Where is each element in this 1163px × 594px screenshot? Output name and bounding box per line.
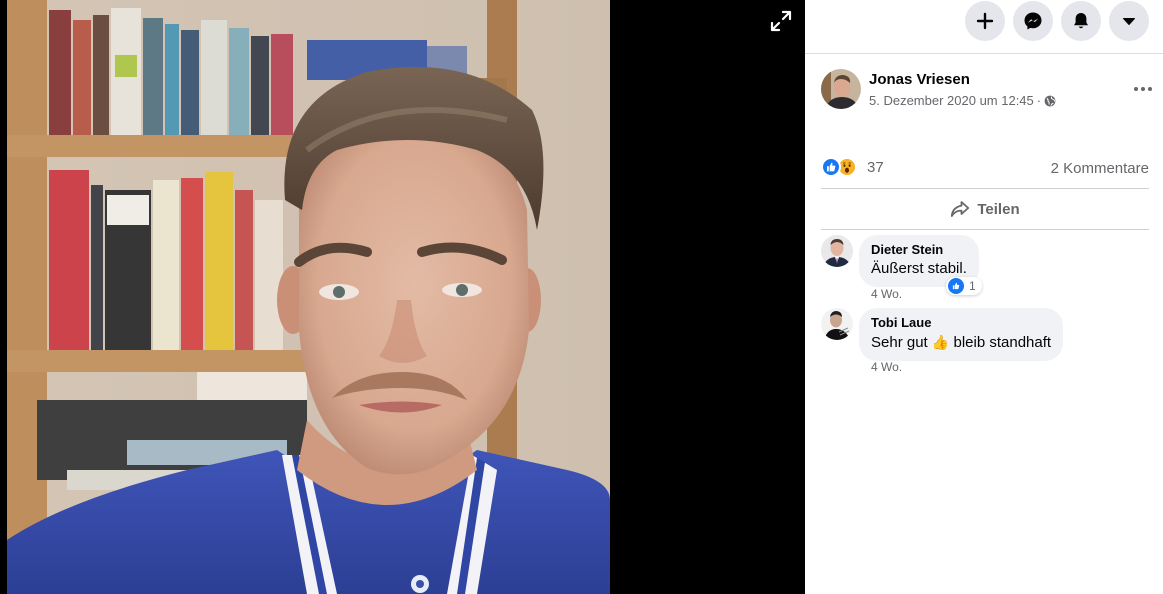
commenter-avatar[interactable]	[821, 308, 853, 340]
divider	[821, 229, 1149, 230]
expand-icon[interactable]	[769, 9, 793, 33]
comment-like-count: 1	[969, 279, 976, 293]
plus-icon	[976, 12, 994, 30]
author-avatar[interactable]	[821, 69, 861, 109]
more-options-button[interactable]	[1131, 77, 1155, 101]
date-separator: ·	[1036, 93, 1042, 108]
post-header: Jonas Vriesen 5. Dezember 2020 um 12:45 ·	[821, 69, 1152, 111]
messenger-icon	[1024, 12, 1042, 30]
comment-author[interactable]: Tobi Laue	[871, 315, 1051, 331]
notifications-button[interactable]	[1061, 1, 1101, 41]
comment-time[interactable]: 4 Wo.	[871, 287, 902, 301]
like-reaction-icon	[821, 157, 841, 177]
post-author[interactable]: Jonas Vriesen	[869, 71, 970, 88]
comment-text-start: Sehr gut	[871, 334, 928, 351]
like-reaction-icon	[948, 278, 964, 294]
post-date[interactable]: 5. Dezember 2020 um 12:45 ·	[869, 93, 1056, 108]
comment-text: Äußerst stabil.	[871, 260, 967, 277]
comment-time[interactable]: 4 Wo.	[871, 360, 902, 374]
comment-author[interactable]: Dieter Stein	[871, 242, 967, 258]
comment-text-end: bleib standhaft	[953, 334, 1052, 351]
bell-icon	[1074, 13, 1088, 29]
reactions-summary: 37 2 Kommentare	[821, 157, 1149, 179]
reaction-icons[interactable]	[821, 157, 861, 177]
divider	[821, 188, 1149, 189]
post-photo[interactable]	[7, 0, 610, 594]
share-label: Teilen	[977, 200, 1020, 218]
messenger-button[interactable]	[1013, 1, 1053, 41]
thumbs-up-emoji: 👍	[931, 334, 950, 350]
create-button[interactable]	[965, 1, 1005, 41]
account-menu-button[interactable]	[1109, 1, 1149, 41]
post-panel: Jonas Vriesen 5. Dezember 2020 um 12:45 ·	[805, 0, 1163, 594]
more-icon	[1134, 87, 1152, 91]
reaction-count[interactable]: 37	[867, 159, 884, 176]
comment-reactions[interactable]: 1	[946, 277, 982, 295]
comment: Dieter Stein Äußerst stabil. 1 4 Wo.	[821, 235, 1151, 305]
comment-text: Sehr gut 👍 bleib standhaft	[871, 332, 1051, 353]
photo-illustration	[7, 0, 610, 594]
share-button[interactable]: Teilen	[821, 190, 1149, 228]
photo-viewer	[0, 0, 805, 594]
comment-count[interactable]: 2 Kommentare	[1051, 160, 1149, 177]
top-bar	[805, 0, 1163, 54]
commenter-avatar[interactable]	[821, 235, 853, 267]
share-icon	[951, 201, 970, 217]
globe-icon	[1044, 95, 1056, 107]
post-timestamp[interactable]: 5. Dezember 2020 um 12:45	[869, 93, 1034, 108]
comment-bubble: Tobi Laue Sehr gut 👍 bleib standhaft	[859, 308, 1064, 361]
caret-down-icon	[1123, 18, 1135, 25]
comment: Tobi Laue Sehr gut 👍 bleib standhaft 4 W…	[821, 308, 1151, 378]
